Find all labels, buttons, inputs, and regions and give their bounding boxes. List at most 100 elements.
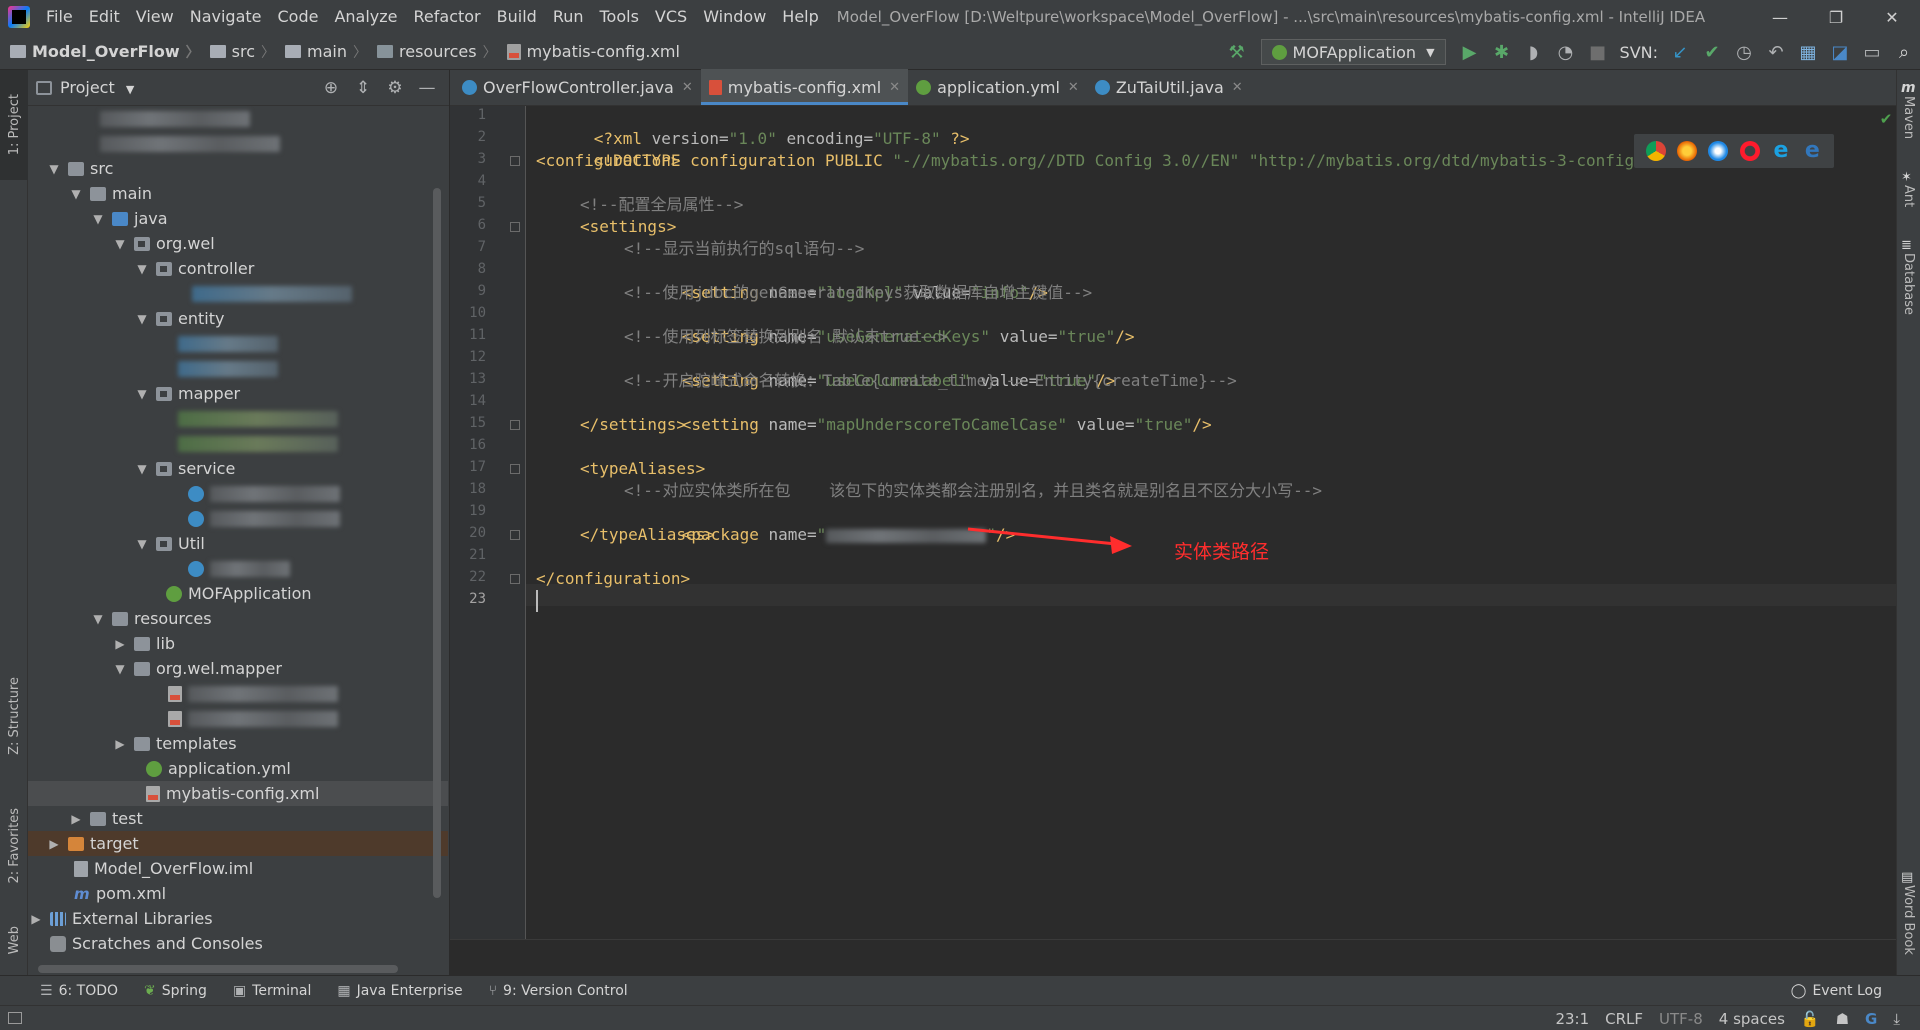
tree-item-package[interactable]: ▼ org.wel: [28, 231, 448, 256]
breadcrumb-main[interactable]: main 〉: [285, 42, 367, 62]
project-view-dropdown[interactable]: Project ▼: [60, 78, 134, 97]
menu-tools[interactable]: Tools: [592, 0, 647, 34]
svn-update-icon[interactable]: ↙: [1664, 34, 1696, 70]
debug-icon[interactable]: ✱: [1486, 34, 1518, 70]
tree-item-blurred-class[interactable]: [28, 481, 448, 506]
tree-item-blurred-class[interactable]: [28, 281, 448, 306]
expanded-arrow-icon[interactable]: ▼: [134, 262, 150, 276]
tree-item-lib[interactable]: ▶ lib: [28, 631, 448, 656]
tool-tab-java-enterprise[interactable]: ▦ Java Enterprise: [337, 983, 462, 999]
tree-item-blurred-class[interactable]: [28, 431, 448, 456]
menu-view[interactable]: View: [128, 0, 182, 34]
menu-refactor[interactable]: Refactor: [406, 0, 489, 34]
toggle-tool-windows-icon[interactable]: [8, 1012, 22, 1024]
collapse-all-icon[interactable]: ⇕: [347, 78, 379, 98]
expanded-arrow-icon[interactable]: ▼: [46, 162, 62, 176]
tree-item-controller[interactable]: ▼ controller: [28, 256, 448, 281]
tool-tab-terminal[interactable]: ▣ Terminal: [233, 983, 311, 999]
tree-horizontal-scrollbar[interactable]: [38, 965, 398, 973]
tool-tab-wordbook[interactable]: ▤ Word Book: [1901, 870, 1916, 959]
hide-panel-icon[interactable]: —: [411, 78, 443, 98]
line-separator[interactable]: CRLF: [1605, 1010, 1643, 1028]
collapsed-arrow-icon[interactable]: ▶: [68, 812, 84, 826]
breadcrumb-src[interactable]: src 〉: [209, 42, 275, 62]
tree-item-blurred-xml[interactable]: [28, 706, 448, 731]
indent-setting[interactable]: 4 spaces: [1719, 1010, 1785, 1028]
search-everywhere-icon[interactable]: ⌕: [1888, 34, 1920, 70]
tree-item-external-libraries[interactable]: ▶ External Libraries: [28, 906, 448, 931]
translate-icon[interactable]: ◪: [1824, 34, 1856, 70]
tree-item-mapper-package[interactable]: ▼ org.wel.mapper: [28, 656, 448, 681]
menu-build[interactable]: Build: [489, 0, 545, 34]
tool-tab-spring[interactable]: ❦ Spring: [144, 983, 207, 999]
tool-tab-web[interactable]: Web: [0, 910, 28, 970]
menu-navigate[interactable]: Navigate: [182, 0, 270, 34]
presentation-icon[interactable]: ▭: [1856, 34, 1888, 70]
run-configuration-dropdown[interactable]: MOFApplication ▼: [1260, 39, 1446, 65]
tree-item-pom[interactable]: m pom.xml: [28, 881, 448, 906]
tool-tab-favorites[interactable]: 2: Favorites: [0, 796, 28, 896]
collapsed-arrow-icon[interactable]: ▶: [28, 912, 44, 926]
download-icon[interactable]: ⤓: [1893, 1010, 1900, 1028]
run-icon[interactable]: ▶: [1454, 34, 1486, 70]
menu-vcs[interactable]: VCS: [647, 0, 695, 34]
tree-item-resources[interactable]: ▼ resources: [28, 606, 448, 631]
tree-item-src[interactable]: ▼ src: [28, 156, 448, 181]
expanded-arrow-icon[interactable]: ▼: [112, 662, 128, 676]
tool-tab-maven[interactable]: m Maven: [1901, 80, 1916, 143]
expanded-arrow-icon[interactable]: ▼: [134, 537, 150, 551]
tree-item-blurred-class[interactable]: [28, 556, 448, 581]
close-window-button[interactable]: ✕: [1864, 0, 1920, 34]
tree-item-java[interactable]: ▼ java: [28, 206, 448, 231]
run-with-coverage-icon[interactable]: ◗: [1518, 34, 1550, 70]
tool-tab-database[interactable]: ≣ Database: [1901, 238, 1916, 319]
menu-window[interactable]: Window: [695, 0, 774, 34]
menu-edit[interactable]: Edit: [81, 0, 128, 34]
tool-tab-ant[interactable]: ✶ Ant: [1901, 170, 1916, 211]
expanded-arrow-icon[interactable]: ▼: [134, 462, 150, 476]
tree-item-service[interactable]: ▼ service: [28, 456, 448, 481]
tree-item-entity[interactable]: ▼ entity: [28, 306, 448, 331]
build-hammer-icon[interactable]: ⚒: [1221, 34, 1253, 70]
minimize-button[interactable]: —: [1752, 0, 1808, 34]
tool-tab-version-control[interactable]: ⑂ 9: Version Control: [489, 983, 628, 999]
expanded-arrow-icon[interactable]: ▼: [134, 387, 150, 401]
caret-position[interactable]: 23:1: [1555, 1010, 1589, 1028]
tree-vertical-scrollbar[interactable]: [433, 188, 441, 898]
revert-icon[interactable]: ↶: [1760, 34, 1792, 70]
tree-item-templates[interactable]: ▶ templates: [28, 731, 448, 756]
menu-code[interactable]: Code: [270, 0, 327, 34]
tree-item-blurred[interactable]: [28, 106, 448, 131]
breadcrumb-file[interactable]: mybatis-config.xml: [506, 42, 680, 61]
tree-item-blurred-class[interactable]: [28, 331, 448, 356]
tree-item-target[interactable]: ▶ target: [28, 831, 448, 856]
tool-tab-project[interactable]: 1: Project: [0, 70, 28, 180]
expanded-arrow-icon[interactable]: ▼: [112, 237, 128, 251]
profile-icon[interactable]: ◔: [1550, 34, 1582, 70]
svn-commit-icon[interactable]: ✔: [1696, 34, 1728, 70]
menu-run[interactable]: Run: [545, 0, 592, 34]
tree-item-blurred[interactable]: [28, 131, 448, 156]
restore-button[interactable]: ❐: [1808, 0, 1864, 34]
menu-file[interactable]: File: [38, 0, 81, 34]
expanded-arrow-icon[interactable]: ▼: [90, 212, 106, 226]
expanded-arrow-icon[interactable]: ▼: [90, 612, 106, 626]
project-structure-icon[interactable]: ▦: [1792, 34, 1824, 70]
menu-help[interactable]: Help: [774, 0, 826, 34]
stop-icon[interactable]: ■: [1582, 34, 1614, 70]
tree-item-main[interactable]: ▼ main: [28, 181, 448, 206]
tree-item-test[interactable]: ▶ test: [28, 806, 448, 831]
tree-item-scratches[interactable]: Scratches and Consoles: [28, 931, 448, 956]
collapsed-arrow-icon[interactable]: ▶: [46, 837, 62, 851]
expanded-arrow-icon[interactable]: ▼: [134, 312, 150, 326]
google-translate-icon[interactable]: G: [1865, 1010, 1877, 1028]
collapsed-arrow-icon[interactable]: ▶: [112, 637, 128, 651]
tree-item-blurred-xml[interactable]: [28, 681, 448, 706]
tool-tab-structure[interactable]: Z: Structure: [0, 666, 28, 766]
tree-item-mapper[interactable]: ▼ mapper: [28, 381, 448, 406]
menu-analyze[interactable]: Analyze: [326, 0, 405, 34]
breadcrumb-project[interactable]: Model_OverFlow 〉: [10, 42, 200, 62]
tree-item-mybatis-config[interactable]: mybatis-config.xml: [28, 781, 448, 806]
file-encoding[interactable]: UTF-8: [1659, 1010, 1703, 1028]
tree-item-util[interactable]: ▼ Util: [28, 531, 448, 556]
